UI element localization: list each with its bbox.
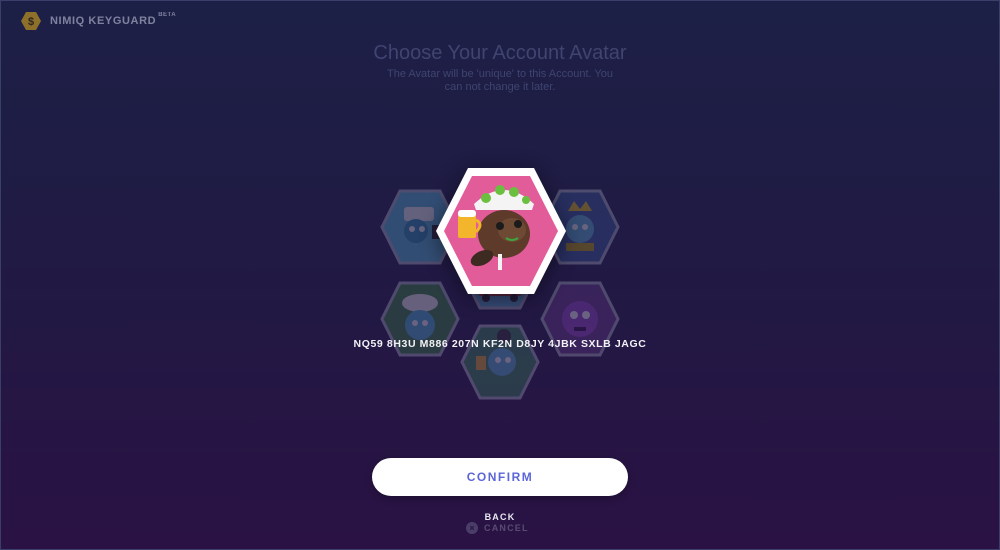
nimiq-hexagon-logo-icon: $ bbox=[20, 10, 42, 32]
page-title: Choose Your Account Avatar bbox=[373, 42, 627, 64]
close-icon: × bbox=[466, 522, 478, 534]
bird-with-beer-avatar-icon[interactable] bbox=[460, 322, 540, 402]
beta-badge: BETA bbox=[158, 12, 177, 18]
app-name: NIMIQ KEYGUARD bbox=[50, 15, 157, 27]
cancel-button[interactable]: × CANCEL bbox=[466, 522, 529, 534]
confirm-button[interactable]: CONFIRM bbox=[372, 458, 628, 496]
selected-avatar[interactable] bbox=[434, 164, 568, 298]
account-address: NQ59 8H3U M886 207N KF2N D8JY 4JBK SXLB … bbox=[353, 338, 647, 350]
beaver-with-beer-avatar-icon bbox=[436, 168, 566, 294]
svg-text:$: $ bbox=[28, 16, 34, 28]
back-button[interactable]: BACK bbox=[0, 512, 1000, 522]
cancel-label: CANCEL bbox=[484, 523, 529, 533]
app-brand: $ NIMIQ KEYGUARD BETA bbox=[20, 10, 176, 32]
page-subtitle: The Avatar will be 'unique' to this Acco… bbox=[387, 68, 613, 93]
